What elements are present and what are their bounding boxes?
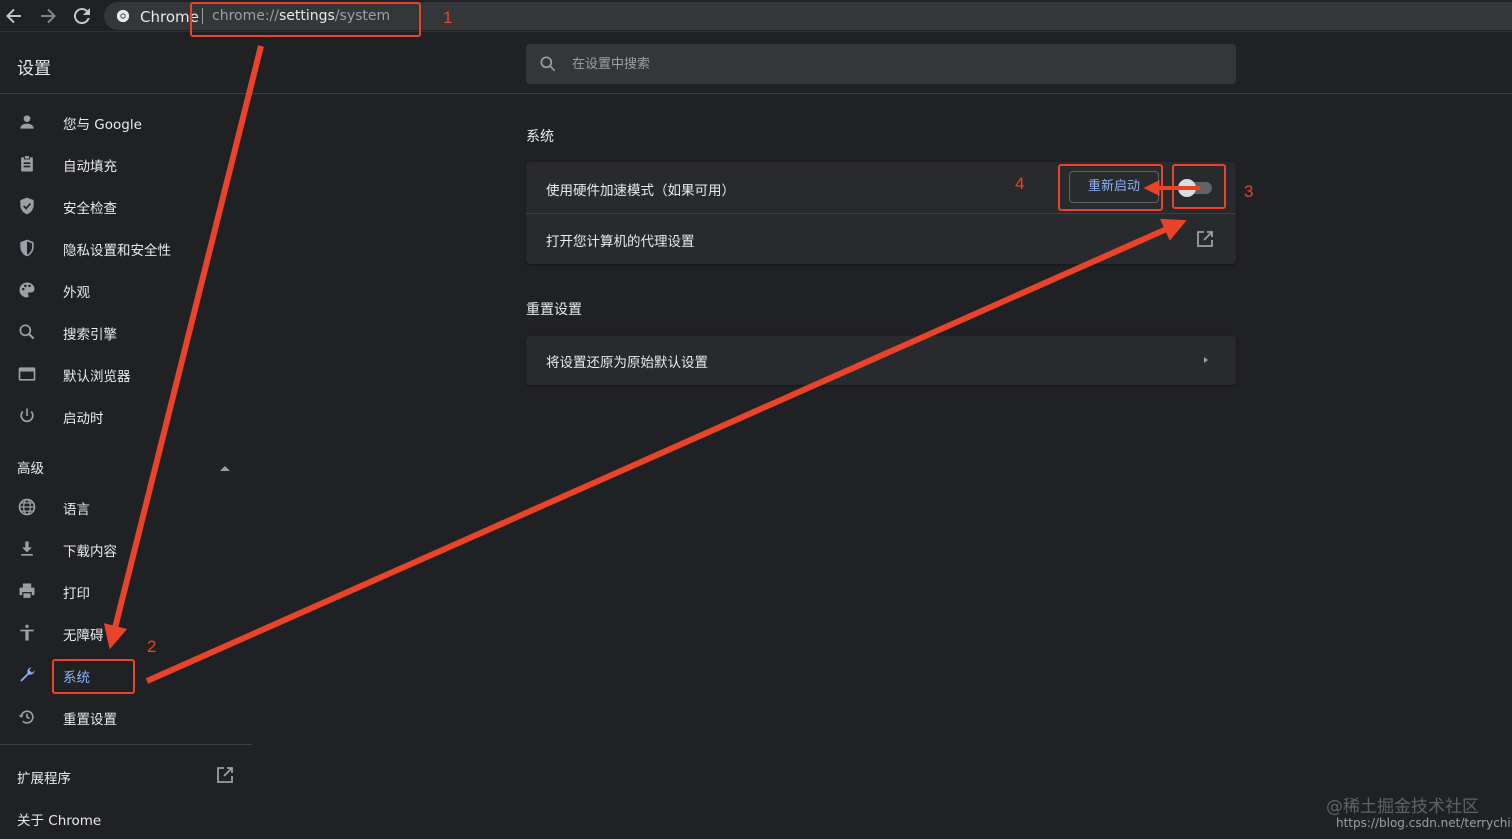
palette-icon <box>19 282 35 298</box>
sidebar-item-appearance[interactable]: 外观 <box>0 270 252 310</box>
annotation-number-3: 3 <box>1244 182 1254 201</box>
annotation-box-toggle <box>1172 164 1226 209</box>
sidebar-item-label: 重置设置 <box>63 712 117 728</box>
sidebar-item-safety-check[interactable]: 安全检查 <box>0 186 252 226</box>
sidebar-item-languages[interactable]: 语言 <box>0 487 252 527</box>
forward-arrow-icon[interactable] <box>36 4 60 28</box>
sidebar-divider <box>0 744 252 745</box>
search-icon <box>540 56 556 72</box>
annotation-number-1: 1 <box>443 8 453 27</box>
reset-settings-row[interactable]: 将设置还原为原始默认设置 <box>526 336 1236 385</box>
sidebar-advanced-label[interactable]: 高级 <box>17 457 44 477</box>
system-section-title: 系统 <box>526 129 554 145</box>
sidebar-item-label: 下载内容 <box>63 544 117 560</box>
watermark-url: https://blog.csdn.net/terrychinaz <box>1336 816 1512 830</box>
sidebar-item-default-browser[interactable]: 默认浏览器 <box>0 354 252 394</box>
sidebar-item-label: 外观 <box>63 285 90 301</box>
sidebar-item-label: 启动时 <box>63 411 104 427</box>
chevron-right-icon <box>1204 357 1208 363</box>
sidebar-item-printing[interactable]: 打印 <box>0 571 252 611</box>
download-icon <box>21 541 33 556</box>
settings-header: 设置 <box>0 33 1512 94</box>
sidebar-item-you-and-google[interactable]: 您与 Google <box>0 102 252 142</box>
sidebar-item-reset[interactable]: 重置设置 <box>0 697 252 737</box>
proxy-settings-row[interactable]: 打开您计算机的代理设置 <box>526 214 1236 264</box>
sidebar-item-about-chrome[interactable]: 关于 Chrome <box>17 809 101 829</box>
sidebar-item-label: 语言 <box>63 502 90 518</box>
history-icon <box>18 710 34 724</box>
reset-settings-label: 将设置还原为原始默认设置 <box>546 355 708 371</box>
sidebar-item-label: 搜索引擎 <box>63 327 117 343</box>
sidebar-item-label: 默认浏览器 <box>63 369 131 385</box>
power-icon <box>20 408 34 423</box>
sidebar-item-accessibility[interactable]: 无障碍 <box>0 613 252 653</box>
sidebar-item-label: 自动填充 <box>63 159 117 175</box>
person-icon <box>20 115 34 129</box>
sidebar-item-extensions[interactable]: 扩展程序 <box>17 767 71 787</box>
annotation-box-restart <box>1058 164 1163 211</box>
watermark-title: @稀土掘金技术社区 <box>1326 797 1479 817</box>
clipboard-icon <box>21 155 33 172</box>
settings-search[interactable] <box>526 44 1236 84</box>
sidebar-item-downloads[interactable]: 下载内容 <box>0 529 252 569</box>
sidebar: 您与 Google 自动填充 安全检查 隐私设置和安全性 外观 搜索引擎 默认浏… <box>0 94 252 839</box>
annotation-box-system <box>52 659 135 694</box>
open-external-icon[interactable] <box>216 766 234 784</box>
sidebar-item-label: 您与 Google <box>63 117 142 133</box>
open-external-icon[interactable] <box>1196 230 1214 248</box>
shield-half-icon <box>20 239 34 257</box>
reload-icon[interactable] <box>70 4 94 28</box>
printer-icon <box>19 583 35 600</box>
sidebar-item-label: 隐私设置和安全性 <box>63 243 171 259</box>
wrench-icon <box>20 667 35 682</box>
caret-up-icon[interactable] <box>220 465 230 471</box>
reset-card: 将设置还原为原始默认设置 <box>526 336 1236 385</box>
search-input[interactable] <box>572 54 1172 74</box>
annotation-box-url <box>190 2 421 37</box>
page-title: 设置 <box>17 59 51 79</box>
sidebar-item-label: 安全检查 <box>63 201 117 217</box>
search-icon <box>19 324 35 340</box>
annotation-number-4: 4 <box>1015 174 1025 193</box>
accessibility-icon <box>20 624 34 641</box>
proxy-settings-label: 打开您计算机的代理设置 <box>546 234 695 250</box>
sidebar-item-privacy[interactable]: 隐私设置和安全性 <box>0 228 252 268</box>
back-arrow-icon[interactable] <box>2 4 26 28</box>
browser-window-icon <box>18 367 36 381</box>
reset-section-title: 重置设置 <box>526 302 582 318</box>
sidebar-item-on-startup[interactable]: 启动时 <box>0 396 252 436</box>
annotation-number-2: 2 <box>147 637 157 656</box>
hardware-acceleration-label: 使用硬件加速模式（如果可用） <box>546 183 735 199</box>
shield-check-icon <box>20 197 34 215</box>
sidebar-item-autofill[interactable]: 自动填充 <box>0 144 252 184</box>
chrome-logo-icon <box>116 9 130 23</box>
globe-icon <box>18 498 36 516</box>
sidebar-item-label: 打印 <box>63 586 90 602</box>
sidebar-item-label: 无障碍 <box>63 628 104 644</box>
sidebar-item-search-engine[interactable]: 搜索引擎 <box>0 312 252 352</box>
